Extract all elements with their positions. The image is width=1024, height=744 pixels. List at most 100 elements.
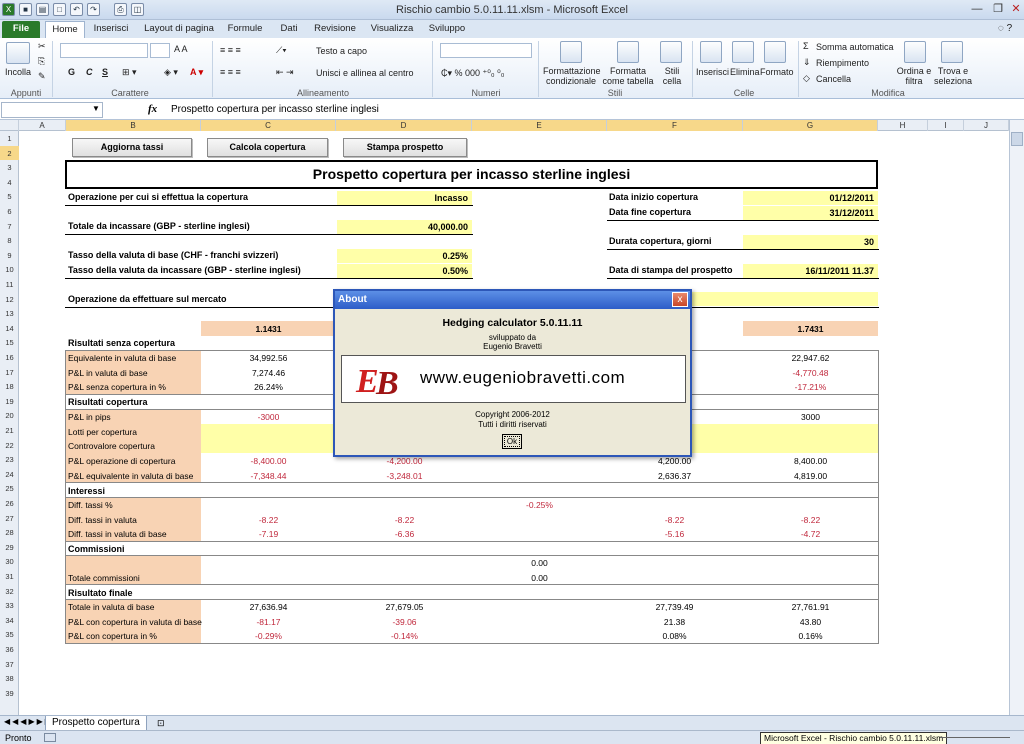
row-header[interactable]: 39	[0, 686, 19, 701]
row-header[interactable]: 25	[0, 481, 19, 496]
column-header[interactable]: C	[201, 120, 336, 131]
clear-icon[interactable]: ◇	[803, 73, 810, 84]
underline-button[interactable]: S	[102, 67, 108, 77]
sort-filter-button[interactable]: Ordina e filtra	[894, 66, 934, 86]
column-header[interactable]: J	[964, 120, 1009, 131]
tab-insert[interactable]: Inserisci	[88, 21, 134, 38]
row-header[interactable]: 24	[0, 467, 19, 482]
borders-icon[interactable]: ⊞ ▾	[122, 67, 137, 78]
tab-file[interactable]: File	[2, 21, 40, 38]
copy-icon[interactable]: ⎘	[38, 56, 45, 67]
indent-icon[interactable]: ⇤ ⇥	[276, 67, 294, 78]
start-date-value[interactable]: 01/12/2011	[743, 191, 878, 205]
row-header[interactable]: 38	[0, 671, 19, 686]
row-header[interactable]: 9	[0, 248, 19, 263]
column-header[interactable]: F	[607, 120, 743, 131]
operation-value[interactable]: Incasso	[337, 191, 472, 205]
column-header[interactable]: G	[743, 120, 878, 131]
print-date-value[interactable]: 16/11/2011 11.37	[743, 264, 878, 278]
row-header[interactable]: 22	[0, 438, 19, 453]
row-header[interactable]: 6	[0, 204, 19, 219]
orientation-icon[interactable]: ⟋▾	[276, 45, 287, 56]
tab-home[interactable]: Home	[45, 21, 85, 38]
select-all-corner[interactable]	[0, 120, 19, 131]
align-left-icon[interactable]: ≡ ≡ ≡	[220, 67, 241, 77]
scroll-thumb[interactable]	[1011, 132, 1023, 146]
row-header[interactable]: 36	[0, 642, 19, 657]
row-header[interactable]: 15	[0, 335, 19, 350]
ok-button[interactable]: Ok	[502, 434, 522, 449]
row-header[interactable]: 8	[0, 233, 19, 248]
column-header[interactable]: I	[928, 120, 964, 131]
fill-color-icon[interactable]: ◈ ▾	[164, 67, 178, 78]
row-header[interactable]: 34	[0, 613, 19, 628]
font-name-select[interactable]	[60, 43, 148, 58]
paste-icon[interactable]	[6, 42, 30, 64]
row-header[interactable]: 19	[0, 394, 19, 409]
tab-formulas[interactable]: Formule	[222, 21, 268, 38]
income-rate-value[interactable]: 0.50%	[337, 264, 472, 278]
days-value[interactable]: 30	[743, 235, 878, 249]
row-header[interactable]: 29	[0, 540, 19, 555]
sort-filter-icon[interactable]	[904, 41, 926, 63]
merge-center-button[interactable]: Unisci e allinea al centro	[316, 68, 414, 78]
delete-cells-button[interactable]: Elimina	[730, 67, 760, 77]
cut-icon[interactable]: ✂	[38, 41, 46, 52]
update-rates-button[interactable]: Aggiorna tassi	[72, 138, 192, 157]
insert-cells-button[interactable]: Inserisci	[696, 67, 729, 77]
italic-button[interactable]: C	[86, 67, 93, 77]
cell-styles-icon[interactable]	[660, 41, 682, 63]
tab-review[interactable]: Revisione	[309, 21, 361, 38]
tab-page-layout[interactable]: Layout di pagina	[138, 21, 220, 38]
minimize-icon[interactable]: —	[966, 2, 988, 17]
row-header[interactable]: 4	[0, 175, 19, 190]
calculate-hedge-button[interactable]: Calcola copertura	[207, 138, 328, 157]
row-header[interactable]: 1	[0, 131, 19, 146]
row-header[interactable]: 37	[0, 657, 19, 672]
base-rate-value[interactable]: 0.25%	[337, 249, 472, 263]
conditional-format-button[interactable]: Formattazione condizionale	[543, 66, 601, 86]
row-header[interactable]: 11	[0, 277, 19, 292]
row-header[interactable]: 30	[0, 554, 19, 569]
column-header[interactable]: B	[66, 120, 201, 131]
zoom-slider[interactable]	[940, 737, 1010, 738]
find-select-icon[interactable]	[941, 41, 963, 63]
format-painter-icon[interactable]: ✎	[38, 71, 46, 82]
row-header[interactable]: 12	[0, 292, 19, 307]
formula-input[interactable]: Prospetto copertura per incasso sterline…	[171, 104, 379, 115]
name-box[interactable]	[1, 102, 103, 118]
find-select-button[interactable]: Trova e seleziona	[931, 66, 975, 86]
insert-cells-icon[interactable]	[700, 41, 722, 63]
row-header[interactable]: 18	[0, 379, 19, 394]
wrap-text-button[interactable]: Testo a capo	[316, 46, 367, 56]
column-header[interactable]: E	[472, 120, 607, 131]
row-header[interactable]: 35	[0, 627, 19, 642]
tab-developer[interactable]: Sviluppo	[423, 21, 471, 38]
number-format-select[interactable]	[440, 43, 532, 58]
format-cells-icon[interactable]	[764, 41, 786, 63]
clear-button[interactable]: Cancella	[816, 74, 851, 84]
new-sheet-icon[interactable]: ⊡	[157, 718, 165, 729]
macro-record-icon[interactable]	[44, 733, 56, 742]
conditional-format-icon[interactable]	[560, 41, 582, 63]
row-header[interactable]: 2	[0, 145, 19, 161]
autosum-icon[interactable]: Σ	[803, 41, 809, 51]
grow-font-icon[interactable]: A A	[174, 44, 188, 54]
row-header[interactable]: 21	[0, 423, 19, 438]
tab-data[interactable]: Dati	[272, 21, 306, 38]
cell-styles-button[interactable]: Stili cella	[658, 66, 686, 86]
column-header[interactable]: D	[336, 120, 472, 131]
paste-button[interactable]: Incolla	[5, 67, 31, 77]
sheet-tab-active[interactable]: Prospetto copertura	[45, 716, 147, 731]
print-report-button[interactable]: Stampa prospetto	[343, 138, 467, 157]
help-icon[interactable]: ◌ ?	[990, 21, 1020, 38]
row-header[interactable]: 5	[0, 189, 19, 204]
autosum-button[interactable]: Somma automatica	[816, 42, 894, 52]
row-header[interactable]: 7	[0, 219, 19, 234]
font-size-select[interactable]	[150, 43, 170, 58]
number-format-icons[interactable]: ₵▾ % 000 ⁺⁰₀ ⁰₀	[441, 68, 504, 79]
row-header[interactable]: 33	[0, 598, 19, 613]
dialog-close-icon[interactable]: x	[672, 292, 688, 307]
align-top-icon[interactable]: ≡ ≡ ≡	[220, 45, 241, 55]
row-header[interactable]: 28	[0, 525, 19, 540]
